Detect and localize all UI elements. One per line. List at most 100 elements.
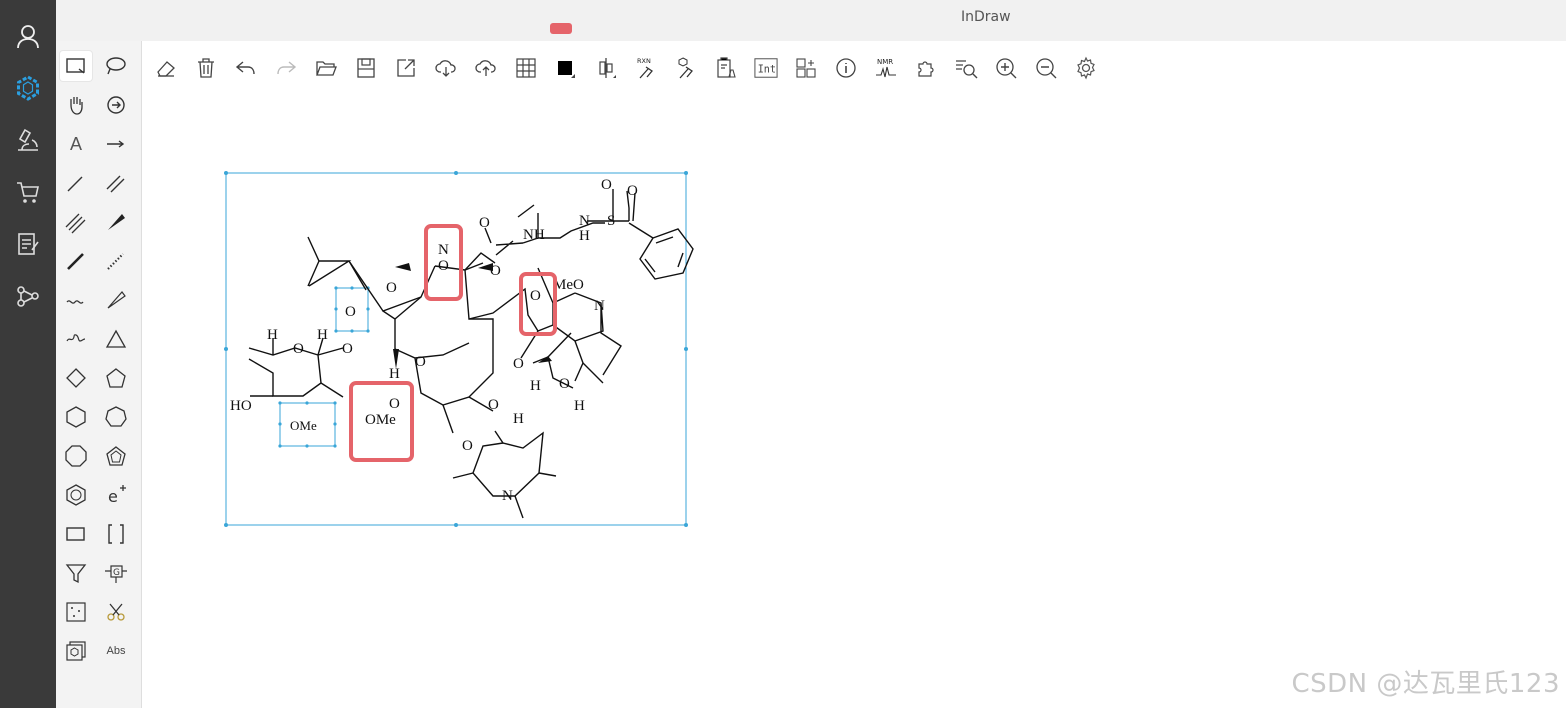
- clipboard-flask-icon[interactable]: [711, 54, 741, 82]
- structure-clean-icon[interactable]: [671, 54, 701, 82]
- arrow-tool-icon[interactable]: [100, 129, 132, 159]
- hexagon-ring-icon[interactable]: [60, 402, 92, 432]
- drawing-canvas[interactable]: N O O NH N H S O O O O O O MeO N H H O O…: [143, 93, 1566, 708]
- atom-h4: H: [530, 378, 541, 394]
- app-title: InDraw: [961, 9, 1011, 25]
- top-toolbar: RXN Int NMR: [143, 41, 1566, 93]
- atom-meo: MeO: [553, 277, 584, 293]
- scissors-icon[interactable]: [100, 597, 132, 627]
- octagon-ring-icon[interactable]: [60, 441, 92, 471]
- atom-h-sulf: H: [579, 228, 590, 244]
- rectangle-shape-icon[interactable]: [60, 519, 92, 549]
- bracket-icon[interactable]: [100, 519, 132, 549]
- wedge-bond-icon[interactable]: [100, 207, 132, 237]
- save-icon[interactable]: [351, 54, 381, 82]
- abs-label-button[interactable]: Abs: [100, 636, 132, 666]
- trash-icon[interactable]: [191, 54, 221, 82]
- eraser-icon[interactable]: [151, 54, 181, 82]
- zoom-out-icon[interactable]: [1031, 54, 1061, 82]
- cyclopentadiene-icon[interactable]: [100, 441, 132, 471]
- atom-o-s1: O: [601, 177, 612, 193]
- atom-ome-mid: OMe: [365, 412, 396, 428]
- left-nav: [0, 0, 56, 708]
- undo-icon[interactable]: [231, 54, 261, 82]
- atom-o-ring1: O: [490, 263, 501, 279]
- svg-text:RXN: RXN: [637, 57, 651, 65]
- atom-o-link: O: [342, 341, 353, 357]
- shopping-cart-icon[interactable]: [8, 172, 48, 212]
- triangle-ring-icon[interactable]: [100, 324, 132, 354]
- atom-nh: NH: [523, 227, 545, 243]
- open-folder-icon[interactable]: [311, 54, 341, 82]
- nmr-icon[interactable]: NMR: [871, 54, 901, 82]
- wavy-bond-icon[interactable]: [60, 285, 92, 315]
- square-ring-icon[interactable]: [60, 363, 92, 393]
- template-icon[interactable]: [60, 636, 92, 666]
- redo-icon[interactable]: [271, 54, 301, 82]
- puzzle-icon[interactable]: [911, 54, 941, 82]
- atom-s: S: [607, 213, 615, 229]
- triple-bond-icon[interactable]: [60, 207, 92, 237]
- color-picker-icon[interactable]: [551, 54, 581, 82]
- search-list-icon[interactable]: [951, 54, 981, 82]
- info-icon[interactable]: [831, 54, 861, 82]
- chain-tool-icon[interactable]: [60, 324, 92, 354]
- atom-h1: H: [267, 327, 278, 343]
- hollow-wedge-icon[interactable]: [100, 285, 132, 315]
- svg-text:Int: Int: [758, 65, 776, 76]
- settings-gear-icon[interactable]: [1071, 54, 1101, 82]
- bold-bond-icon[interactable]: [60, 246, 92, 276]
- hand-pan-icon[interactable]: [60, 90, 92, 120]
- hashed-bond-icon[interactable]: [100, 246, 132, 276]
- atom-o-carbonyl: O: [479, 215, 490, 231]
- atom-o-ring3: O: [559, 376, 570, 392]
- cloud-upload-icon[interactable]: [471, 54, 501, 82]
- heptagon-ring-icon[interactable]: [100, 402, 132, 432]
- molecule-editor-icon[interactable]: [8, 68, 48, 108]
- svg-text:NMR: NMR: [877, 58, 893, 66]
- charge-plus-icon[interactable]: e: [100, 480, 132, 510]
- atom-o-sugar: O: [293, 341, 304, 357]
- atom-h6: H: [513, 411, 524, 427]
- atom-o-s2: O: [627, 183, 638, 199]
- collapse-handle[interactable]: [550, 23, 572, 34]
- group-g-icon[interactable]: G: [100, 558, 132, 588]
- reaction-clean-icon[interactable]: RXN: [631, 54, 661, 82]
- lasso-select-icon[interactable]: [100, 51, 132, 81]
- rectangle-select-icon[interactable]: [60, 51, 92, 81]
- molecule-structure[interactable]: N O O NH N H S O O O O O O MeO N H H O O…: [143, 93, 1566, 708]
- atom-h2: H: [317, 327, 328, 343]
- indraw-app: InDraw A e G Abs RXN Int NMR N O O NH N …: [0, 0, 1566, 708]
- benzene-ring-icon[interactable]: [60, 480, 92, 510]
- bond-lines: [248, 189, 694, 519]
- atom-o-right: O: [513, 356, 524, 372]
- int-button[interactable]: Int: [751, 54, 781, 82]
- atom-o-ring2: O: [386, 280, 397, 296]
- align-icon[interactable]: [591, 54, 621, 82]
- user-icon[interactable]: [8, 16, 48, 56]
- dot-pattern-icon[interactable]: [60, 597, 92, 627]
- notes-icon[interactable]: [8, 224, 48, 264]
- share-icon[interactable]: [8, 276, 48, 316]
- atom-o-lactone: O: [415, 354, 426, 370]
- cloud-download-icon[interactable]: [431, 54, 461, 82]
- atom-n-top: N: [438, 242, 449, 258]
- export-icon[interactable]: [391, 54, 421, 82]
- single-bond-icon[interactable]: [60, 168, 92, 198]
- pentagon-ring-icon[interactable]: [100, 363, 132, 393]
- watermark: CSDN @达瓦里氏123: [1291, 669, 1560, 699]
- text-tool-icon[interactable]: A: [60, 129, 92, 159]
- atom-o-selected: O: [345, 304, 356, 320]
- chem-name-icon[interactable]: [791, 54, 821, 82]
- svg-text:G: G: [113, 568, 120, 578]
- svg-text:e: e: [108, 487, 118, 506]
- atom-n-azepane: N: [502, 488, 513, 504]
- atom-o-epoxide: O: [530, 288, 541, 304]
- microscope-icon[interactable]: [8, 120, 48, 160]
- funnel-icon[interactable]: [60, 558, 92, 588]
- zoom-in-icon[interactable]: [991, 54, 1021, 82]
- rotate-icon[interactable]: [100, 90, 132, 120]
- tool-palette: A e G Abs: [56, 41, 142, 708]
- grid-icon[interactable]: [511, 54, 541, 82]
- double-bond-icon[interactable]: [100, 168, 132, 198]
